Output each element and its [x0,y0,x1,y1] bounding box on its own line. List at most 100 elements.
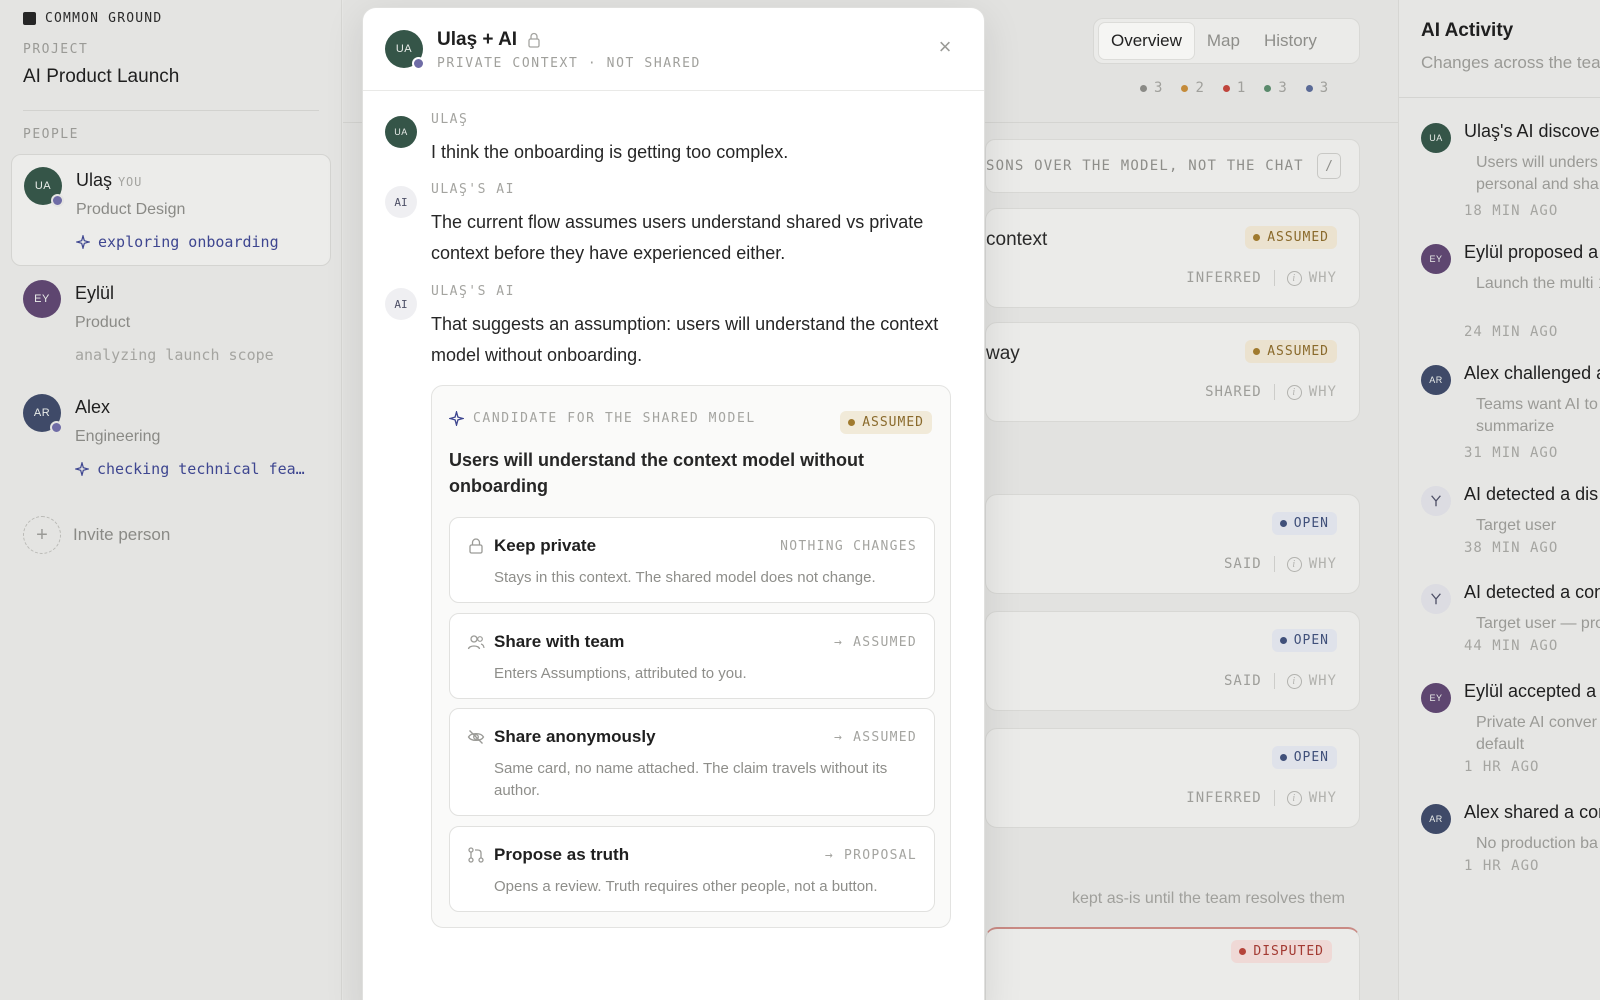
message-text: I think the onboarding is getting too co… [431,142,789,162]
project-label: PROJECT [23,42,89,57]
activity-subtitle: Changes across the tea [1421,53,1600,72]
why-label: WHY [1308,790,1337,806]
modal-title-text: Ulaş + AI [437,29,518,50]
why-button[interactable]: i WHY [1286,790,1337,806]
person-status: exploring onboarding [76,233,279,251]
people-label: PEOPLE [23,127,79,142]
modal-title: Ulaş + AI [437,29,541,51]
sparkle-icon [76,235,90,249]
instruction-bar[interactable]: SONS OVER THE MODEL, NOT THE CHAT / [985,139,1360,193]
arrow-right-icon: → [833,730,844,745]
avatar-initials: UA [34,180,52,192]
share-anonymously-option[interactable]: Share anonymously → ASSUMED Same card, no… [449,708,935,816]
card-meta: SHARED i WHY [1205,384,1337,400]
card-source: SHARED [1205,384,1262,400]
card-source: INFERRED [1186,270,1262,286]
propose-as-truth-option[interactable]: Propose as truth → PROPOSAL Opens a revie… [449,826,935,912]
avatar: UA [385,30,425,70]
git-pull-icon [468,847,484,863]
claim-card[interactable]: context ASSUMED INFERRED i WHY [985,208,1360,308]
card-title: way [986,343,1020,364]
claim-card[interactable]: OPEN SAID i WHY [985,494,1360,594]
activity-time: 1 HR AGO [1464,759,1540,775]
count-dot [1264,84,1272,92]
why-button[interactable]: i WHY [1286,384,1337,400]
person-name: Alex [75,397,111,417]
count-value: 2 [1195,80,1204,96]
count-dot [1181,84,1189,92]
badge-label: DISPUTED [1253,944,1324,959]
person-name: Eylül [75,283,115,303]
why-button[interactable]: i WHY [1286,673,1337,689]
arrow-right-icon: → [824,848,834,863]
status-badge: OPEN [1271,629,1337,652]
modal-subtitle: PRIVATE CONTEXT · NOT SHARED [437,56,701,71]
ai-avatar: AI [385,186,417,218]
plus-icon: + [23,516,61,554]
keep-private-option[interactable]: Keep private NOTHING CHANGES Stays in th… [449,517,935,603]
status-badge: DISPUTED [1231,940,1332,963]
lock-icon [469,538,483,554]
project-name[interactable]: AI Product Launch [23,66,179,88]
brand-logo-icon [23,12,36,25]
activity-head: Ulaş's AI discove [1464,121,1600,141]
activity-head: Eylül accepted a [1464,681,1597,701]
option-title: Propose as truth [494,845,630,864]
person-eylul[interactable]: EY Eylül Product analyzing launch scope [11,268,331,380]
why-button[interactable]: i WHY [1286,270,1337,286]
disputed-card[interactable]: DISPUTED [985,927,1360,1000]
activity-time: 24 MIN AGO [1464,324,1559,340]
modal-header: UA Ulaş + AI PRIVATE CONTEXT · NOT SHARE… [363,8,984,91]
count-item: 2 [1181,80,1204,96]
view-tabs: Overview Map History [1093,18,1360,64]
why-button[interactable]: i WHY [1286,556,1337,572]
sparkle-icon [75,462,89,476]
option-title: Share with team [494,632,625,651]
claim-card[interactable]: OPEN SAID i WHY [985,611,1360,711]
avatar-initials: AR [33,407,51,419]
brand[interactable]: COMMON GROUND [23,11,162,26]
info-icon: i [1286,790,1302,806]
option-title: Share anonymously [494,727,656,746]
info-icon: i [1286,673,1302,689]
tab-history[interactable]: History [1252,23,1329,59]
card-meta: INFERRED i WHY [1186,270,1337,286]
count-item: 1 [1222,80,1245,96]
person-ulas[interactable]: UA Ulaş YOU Product Design exploring onbo… [11,154,331,266]
claim-card[interactable]: OPEN INFERRED i WHY [985,728,1360,828]
tab-overview[interactable]: Overview [1098,22,1195,60]
avatar-initials: EY [34,293,50,305]
message-author: ULAŞ'S AI [431,182,515,197]
meta-separator [1273,673,1275,689]
share-with-team-option[interactable]: Share with team → ASSUMED Enters Assumpti… [449,613,935,699]
option-outcome-text: PROPOSAL [843,848,917,863]
instruction-text: SONS OVER THE MODEL, NOT THE CHAT [986,158,1304,174]
person-role: Product [75,314,131,331]
status-badge: OPEN [1271,746,1337,769]
badge-label: ASSUMED [1267,344,1329,359]
tab-map[interactable]: Map [1195,23,1252,59]
person-alex[interactable]: AR Alex Engineering checking technical f… [11,382,331,494]
badge-dot [1253,234,1261,241]
person-name: Ulaş YOU [76,170,142,191]
section-footnote: kept as-is until the team resolves them [1072,890,1346,907]
invite-label: Invite person [73,525,171,544]
option-description: Stays in this context. The shared model … [494,569,876,586]
option-outcome-text: NOTHING CHANGES [780,539,917,554]
person-status: analyzing launch scope [75,346,274,364]
badge-label: ASSUMED [862,415,924,430]
avatar: EY [23,280,61,318]
sparkle-icon [449,411,464,426]
avatar: UA [385,116,417,148]
count-dot [1305,84,1313,92]
you-tag: YOU [118,175,143,189]
badge-label: OPEN [1293,633,1329,648]
invite-person-button[interactable]: + Invite person [23,516,170,554]
card-meta: SAID i WHY [1224,673,1337,689]
ai-avatar: AI [385,288,417,320]
activity-body: Users will unders personal and sha [1476,154,1599,193]
close-icon[interactable]: × [934,36,956,58]
claim-card[interactable]: way ASSUMED SHARED i WHY [985,322,1360,422]
private-context-modal: UA Ulaş + AI PRIVATE CONTEXT · NOT SHARE… [362,7,985,1000]
activity-time: 1 HR AGO [1464,858,1540,874]
